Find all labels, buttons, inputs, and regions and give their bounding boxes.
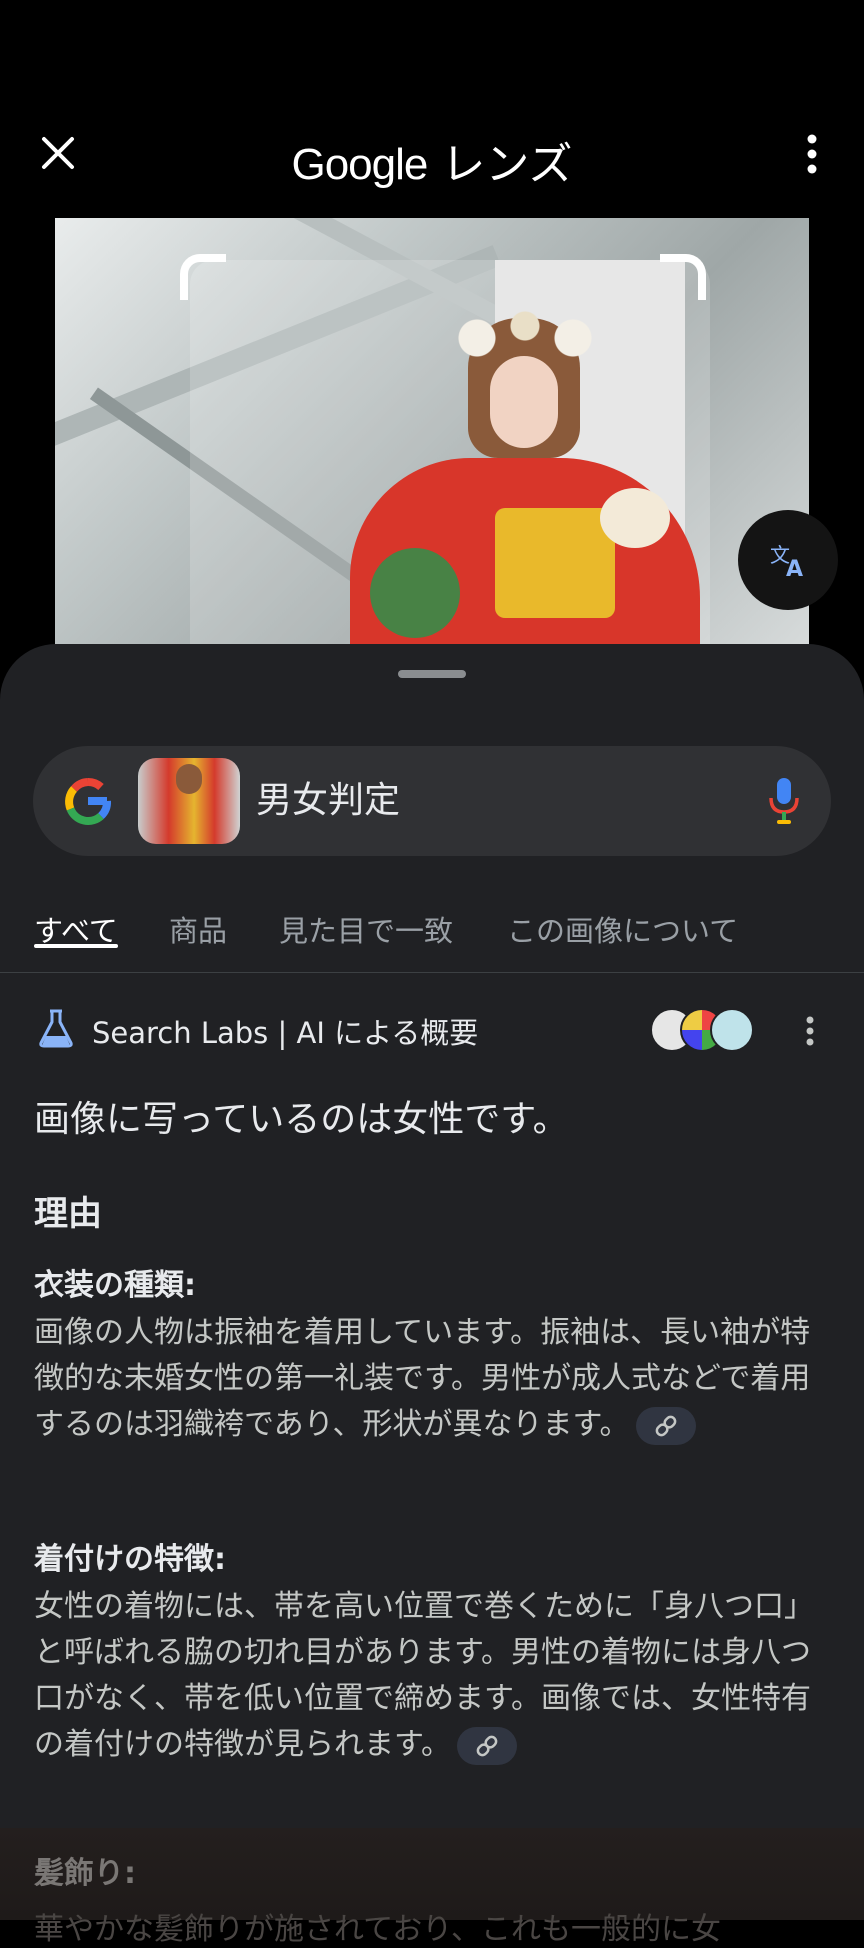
crop-handle-top-right[interactable] xyxy=(660,254,706,300)
section-body-dressing: 女性の着物には、帯を高い位置で巻くために「身八つ口」と呼ばれる脇の切れ目がありま… xyxy=(34,1584,824,1768)
title-lens: レンズ xyxy=(441,139,573,190)
tab-products[interactable]: 商品 xyxy=(169,908,227,950)
google-g-icon xyxy=(65,778,111,825)
tab-about-image[interactable]: この画像について xyxy=(507,908,738,950)
source-image[interactable] xyxy=(55,218,809,648)
section-body-hair-ornament: 華やかな髪飾りが施されており、これも一般的に女 xyxy=(34,1912,721,1947)
title-google: Google xyxy=(291,140,428,189)
drag-handle[interactable] xyxy=(398,670,466,678)
ai-answer: 画像に写っているのは女性です。 xyxy=(34,1099,569,1140)
link-icon xyxy=(476,1735,498,1756)
citation-link-button[interactable] xyxy=(457,1726,517,1765)
reason-heading: 理由 xyxy=(34,1194,102,1234)
results-sheet: 男女判定 すべて 商品 見た目で一致 この画像について Search Labs … xyxy=(0,644,864,1947)
hair-ornament xyxy=(445,308,605,368)
section-body-costume: 画像の人物は振袖を着用しています。振袖は、長い袖が特徴的な未婚女性の第一礼装です… xyxy=(34,1310,824,1448)
active-tab-indicator xyxy=(34,944,118,948)
citation-link-button[interactable] xyxy=(635,1406,696,1445)
search-query[interactable]: 男女判定 xyxy=(256,746,400,856)
query-image-thumbnail[interactable] xyxy=(138,758,240,844)
flask-icon xyxy=(39,1009,73,1048)
source-avatar[interactable] xyxy=(710,1008,754,1052)
more-vert-icon[interactable] xyxy=(806,1016,814,1046)
more-options-button[interactable] xyxy=(800,132,824,176)
result-tabs: すべて 商品 見た目で一致 この画像について xyxy=(0,892,864,973)
ai-overview-title: Search Labs | AI による概要 xyxy=(92,1016,479,1050)
app-title: Google レンズ xyxy=(0,128,864,192)
svg-text:A: A xyxy=(786,557,803,580)
section-text: 女性の着物には、帯を高い位置で巻くために「身八つ口」と呼ばれる脇の切れ目がありま… xyxy=(34,1589,814,1762)
more-vert-icon xyxy=(807,134,817,174)
search-bar[interactable]: 男女判定 xyxy=(33,746,831,856)
section-title-hair-ornament: 髪飾り: xyxy=(34,1856,136,1891)
link-icon xyxy=(655,1415,676,1436)
section-title-dressing: 着付けの特徴: xyxy=(34,1542,226,1577)
source-avatars[interactable] xyxy=(650,1008,760,1052)
mic-icon[interactable] xyxy=(767,776,801,826)
faded-section: 髪飾り: 華やかな髪飾りが施されており、これも一般的に女 xyxy=(0,1828,864,1947)
section-title-costume: 衣装の種類: xyxy=(34,1268,196,1303)
translate-icon: 文 A xyxy=(770,543,803,580)
person-in-kimono xyxy=(350,308,700,648)
top-bar: Google レンズ xyxy=(0,0,864,215)
crop-handle-top-left[interactable] xyxy=(180,254,226,300)
tab-visual-matches[interactable]: 見た目で一致 xyxy=(279,908,453,950)
translate-button[interactable]: 文 A xyxy=(738,510,838,610)
ai-overview-header: Search Labs | AI による概要 xyxy=(0,1004,864,1054)
